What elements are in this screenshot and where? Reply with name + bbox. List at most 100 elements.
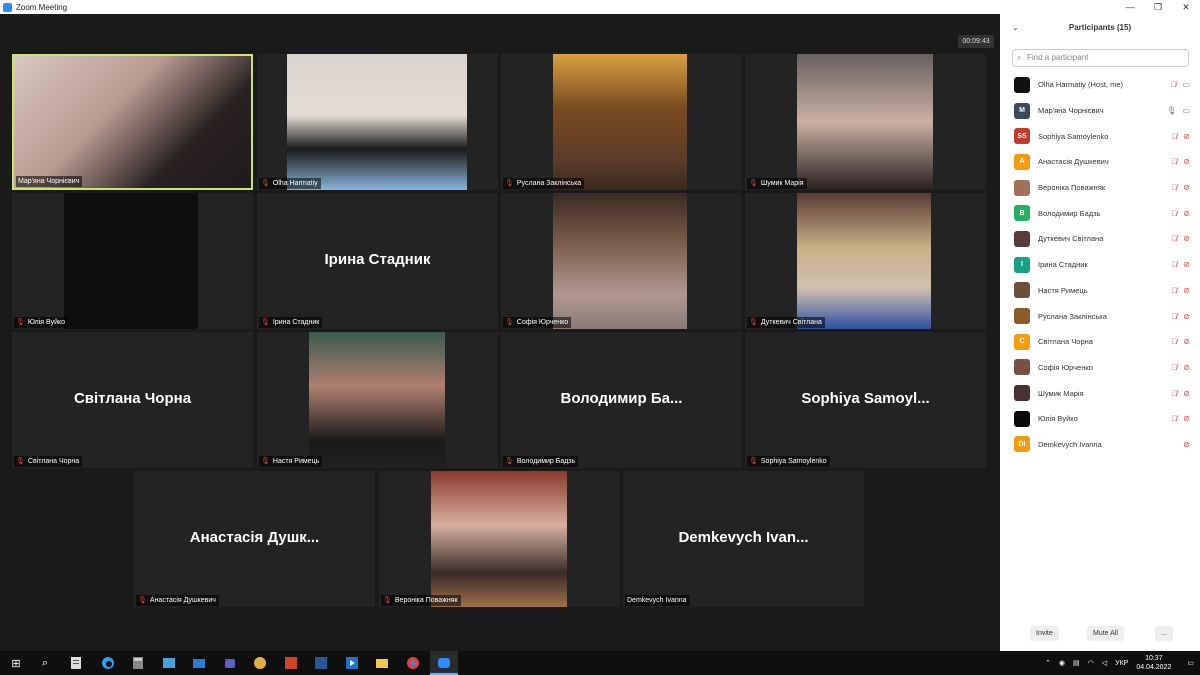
mic-muted-icon: 🎙	[16, 319, 25, 326]
participant-status-icons: 🎙̸ ⊘	[1171, 200, 1190, 226]
mic-muted-icon: 🎙̸	[1171, 157, 1178, 167]
photos-app-icon[interactable]	[161, 655, 177, 671]
tile-name-label: 🎙 Olha Harmatiy	[259, 178, 321, 189]
participant-row[interactable]: Olha Harmatiy (Host, me) 🎙̸ ▭	[1000, 72, 1200, 98]
mute-all-button[interactable]: Mute All	[1087, 626, 1124, 641]
video-tile[interactable]: 🎙 Шумик Марія	[745, 54, 986, 190]
powerpoint-icon[interactable]	[283, 655, 299, 671]
tile-name-label: 🎙 Вероніка Поважняк	[381, 595, 461, 606]
chrome-icon[interactable]	[405, 655, 421, 671]
file-explorer-icon[interactable]	[374, 655, 390, 671]
video-tile[interactable]: 🎙 Вероніка Поважняк	[379, 471, 620, 607]
video-tile[interactable]: Анастасія Душк... 🎙 Анастасія Душкевич	[134, 471, 375, 607]
mic-muted-icon: 🎙	[261, 458, 270, 465]
avatar	[1014, 308, 1030, 325]
participant-row[interactable]: DI Demkevych Ivanna ⊘	[1000, 432, 1200, 458]
volume-icon[interactable]: ◁	[1102, 659, 1107, 667]
participant-status-icons: 🎙̸ ⊘	[1171, 252, 1190, 278]
participant-row[interactable]: Шумик Марія 🎙̸ ⊘	[1000, 380, 1200, 406]
notes-app-icon[interactable]	[68, 655, 84, 671]
participant-row[interactable]: Софія Юрченко 🎙̸ ⊘	[1000, 355, 1200, 381]
video-tile[interactable]: Ірина Стадник 🎙 Ірина Стадник	[257, 193, 498, 329]
avatar	[1014, 359, 1030, 376]
camera-on-icon: ▭	[1182, 80, 1190, 90]
avatar: DI	[1014, 436, 1030, 453]
windows-start-icon[interactable]: ⊞	[8, 655, 24, 671]
tile-display-name: Ірина Стадник	[324, 251, 431, 268]
camera-off-icon: ⊘	[1183, 208, 1190, 218]
mail-app-icon[interactable]	[191, 655, 207, 671]
participant-row[interactable]: SS Sophiya Samoylenko 🎙̸ ⊘	[1000, 123, 1200, 149]
invite-button[interactable]: Invite	[1030, 626, 1059, 641]
video-tile[interactable]: 🎙 Софія Юрченко	[501, 193, 742, 329]
camera-off-icon: ⊘	[1183, 439, 1190, 449]
video-tile[interactable]: Demkevych Ivan... Demkevych Ivanna	[623, 471, 864, 607]
participant-name: Софія Юрченко	[1038, 362, 1093, 372]
clock-date: 04.04.2022	[1136, 664, 1172, 671]
mic-muted-icon: 🎙̸	[1171, 208, 1178, 218]
participant-row[interactable]: A Анастасія Душкевич 🎙̸ ⊘	[1000, 149, 1200, 175]
camera-off-icon: ⊘	[1183, 388, 1190, 398]
participant-video	[797, 193, 931, 329]
camera-off-icon: ⊘	[1183, 362, 1190, 372]
video-tile[interactable]: 🎙 Olha Harmatiy	[257, 54, 498, 190]
avatar: B	[1014, 205, 1030, 222]
tile-name-label: Demkevych Ivanna	[625, 595, 690, 606]
video-tile[interactable]: Sophiya Samoyl... 🎙 Sophiya Samoylenko	[745, 332, 986, 468]
participant-name: Demkevych Ivanna	[1038, 439, 1102, 449]
participant-name: Настя Римець	[1038, 285, 1088, 295]
participant-row[interactable]: Юлія Вуйко 🎙̸ ⊘	[1000, 406, 1200, 432]
video-tile[interactable]: Мар'яна Чорнієвич	[12, 54, 253, 190]
media-player-icon[interactable]	[344, 655, 360, 671]
webcam-icon[interactable]: ◉	[1059, 659, 1065, 667]
participant-row[interactable]: B Володимир Бадзь 🎙̸ ⊘	[1000, 200, 1200, 226]
video-tile[interactable]: 🎙 Дуткевич Світлана	[745, 193, 986, 329]
calculator-icon[interactable]	[130, 655, 146, 671]
chevron-up-icon[interactable]: ⌃	[1045, 659, 1051, 667]
participant-status-icons: 🎙̸ ⊘	[1171, 329, 1190, 355]
participant-row[interactable]: Дуткевич Світлана 🎙̸ ⊘	[1000, 226, 1200, 252]
tile-display-name: Світлана Чорна	[73, 390, 192, 407]
maximize-button[interactable]: ❐	[1144, 0, 1172, 14]
video-tile[interactable]: 🎙 Настя Римець	[257, 332, 498, 468]
participant-row[interactable]: C Світлана Чорна 🎙̸ ⊘	[1000, 329, 1200, 355]
notifications-icon[interactable]: ▭	[1187, 659, 1194, 667]
mic-muted-icon: 🎙̸	[1171, 362, 1178, 372]
more-options-button[interactable]: ...	[1155, 626, 1173, 641]
teams-icon[interactable]	[222, 655, 238, 671]
video-tile[interactable]: 🎙 Руслана Заклінська	[501, 54, 742, 190]
edge-browser-icon[interactable]	[100, 655, 116, 671]
participant-row[interactable]: Настя Римець 🎙̸ ⊘	[1000, 278, 1200, 304]
tile-name-label: 🎙 Настя Римець	[259, 456, 323, 467]
tile-display-name: Анастасія Душк...	[189, 529, 320, 546]
participant-video	[309, 332, 445, 468]
search-icon[interactable]: ⌕	[37, 655, 53, 671]
participant-status-icons: 🎙̸ ⊘	[1171, 149, 1190, 175]
video-tile[interactable]: Світлана Чорна 🎙 Світлана Чорна	[12, 332, 253, 468]
video-tile[interactable]: Володимир Ба... 🎙 Володимир Бадзь	[501, 332, 742, 468]
word-icon[interactable]	[313, 655, 329, 671]
close-button[interactable]: ✕	[1172, 0, 1200, 14]
participant-status-icons: 🎙̸ ⊘	[1171, 175, 1190, 201]
participant-status-icons: 🎙̸ ⊘	[1171, 226, 1190, 252]
participant-row[interactable]: M Мар'яна Чорнієвич 🎙 ▭	[1000, 98, 1200, 124]
network-icon[interactable]: ▤	[1073, 659, 1080, 667]
video-tile[interactable]: 🎙 Юлія Вуйко	[12, 193, 253, 329]
tile-name-label: 🎙 Шумик Марія	[747, 178, 807, 189]
meeting-timer: 00:09:43	[958, 35, 994, 48]
window-title: Zoom Meeting	[16, 2, 68, 12]
wifi-icon[interactable]: ◠	[1088, 659, 1094, 667]
participant-search-input[interactable]: ⌕ Find a participant	[1012, 49, 1189, 67]
participant-name: Olha Harmatiy (Host, me)	[1038, 80, 1124, 90]
participant-name: Sophiya Samoylenko	[1038, 131, 1109, 141]
tile-name-label: 🎙 Анастасія Душкевич	[136, 595, 219, 606]
minimize-button[interactable]: —	[1116, 0, 1144, 14]
participant-row[interactable]: Руслана Заклінська 🎙̸ ⊘	[1000, 303, 1200, 329]
participant-row[interactable]: I Ірина Стадник 🎙̸ ⊘	[1000, 252, 1200, 278]
participant-row[interactable]: Вероніка Поважняк 🎙̸ ⊘	[1000, 175, 1200, 201]
avatar	[1014, 410, 1030, 427]
camera-off-icon: ⊘	[1183, 311, 1190, 321]
language-indicator[interactable]: УКР	[1115, 660, 1128, 667]
clock[interactable]: 10:37 04.04.2022	[1136, 654, 1171, 672]
paint-app-icon[interactable]	[252, 655, 268, 671]
